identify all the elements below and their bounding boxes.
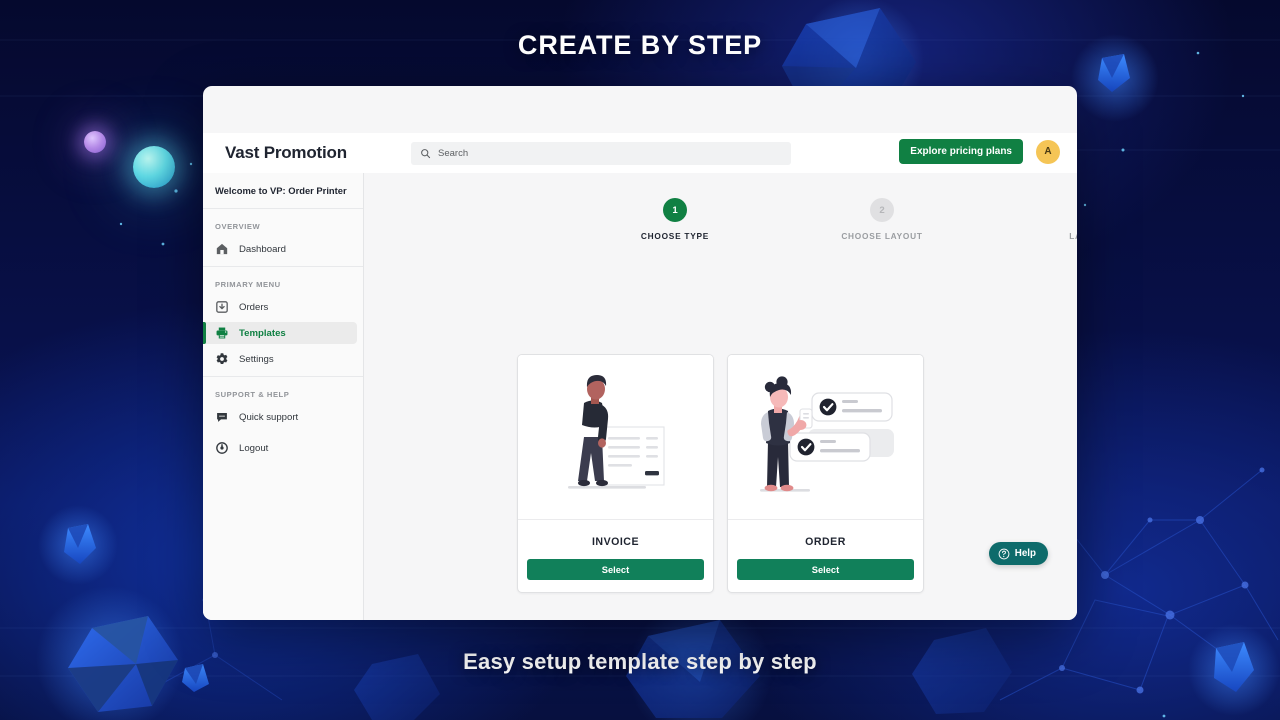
cyan-orb — [133, 146, 175, 188]
question-circle-icon — [998, 548, 1010, 559]
sidebar-item-settings[interactable]: Settings — [203, 348, 357, 370]
sidebar-section-overview: OVERVIEW Dashboard — [203, 209, 363, 260]
hero-top-title: CREATE BY STEP — [517, 30, 763, 60]
sidebar-section-primary-menu: PRIMARY MENU Orders Templates Settings — [203, 266, 363, 370]
help-button[interactable]: Help — [988, 542, 1048, 565]
app-topbar: Vast Promotion Search Explore pricing pl… — [203, 133, 1077, 173]
help-label: Help — [1014, 548, 1036, 559]
template-card-invoice[interactable]: INVOICE Select — [517, 354, 714, 593]
home-icon — [216, 244, 228, 255]
sidebar-item-templates[interactable]: Templates — [203, 322, 357, 345]
step-choose-layout[interactable]: 2 CHOOSE LAYOUT — [807, 198, 957, 241]
sidebar-item-label: Logout — [239, 442, 269, 454]
card-illustration — [728, 355, 923, 520]
step-caption: CHOOSE TYPE — [640, 231, 710, 241]
card-title: INVOICE — [591, 536, 640, 548]
search-input[interactable]: Search — [411, 141, 791, 165]
card-title: ORDER — [805, 536, 846, 548]
template-card-order[interactable]: ORDER Select — [727, 354, 924, 593]
purple-orb — [84, 131, 106, 153]
stepper: 1 CHOOSE TYPE 2 CHOOSE LAYOUT 3 LAUNCH — [364, 198, 1077, 254]
sidebar-section-support-help: SUPPORT & HELP Quick support Logout — [203, 376, 363, 459]
sidebar-section-header: SUPPORT & HELP — [215, 390, 290, 400]
main-content: 1 CHOOSE TYPE 2 CHOOSE LAYOUT 3 LAUNCH — [364, 173, 1077, 620]
select-invoice-button[interactable]: Select — [527, 559, 704, 580]
sidebar-item-logout[interactable]: Logout — [203, 437, 357, 459]
step-caption: LAUNCH — [1069, 231, 1077, 241]
hero-bottom-title: Easy setup template step by step — [463, 649, 817, 674]
sidebar-item-label: Dashboard — [239, 243, 286, 255]
app-brand: Vast Promotion — [225, 143, 347, 162]
sidebar-item-orders[interactable]: Orders — [203, 296, 357, 318]
template-type-cards: INVOICE Select ORDER Select — [364, 354, 1077, 593]
order-illustration — [759, 376, 894, 492]
sidebar-welcome: Welcome to VP: Order Printer — [203, 173, 363, 210]
avatar[interactable]: A — [1036, 139, 1060, 164]
step-launch[interactable]: 3 LAUNCH — [1014, 198, 1077, 241]
sidebar-section-header: PRIMARY MENU — [215, 280, 281, 290]
sidebar: Welcome to VP: Order Printer OVERVIEW Da… — [203, 173, 364, 620]
logout-icon — [216, 442, 228, 455]
search-placeholder: Search — [438, 147, 469, 159]
topbar-actions: Explore pricing plans A — [899, 139, 1060, 164]
select-order-button[interactable]: Select — [737, 559, 914, 580]
sidebar-item-label: Quick support — [239, 411, 299, 423]
invoice-illustration — [567, 375, 665, 489]
step-choose-type[interactable]: 1 CHOOSE TYPE — [600, 198, 750, 241]
sidebar-item-quick-support[interactable]: Quick support — [203, 406, 357, 428]
sidebar-item-label: Templates — [239, 327, 286, 339]
sidebar-section-header: OVERVIEW — [215, 222, 261, 232]
explore-pricing-plans-button[interactable]: Explore pricing plans — [899, 139, 1023, 164]
search-icon — [421, 148, 431, 158]
card-illustration — [518, 355, 713, 520]
step-number: 2 — [870, 198, 894, 222]
sidebar-item-dashboard[interactable]: Dashboard — [203, 238, 357, 260]
chat-bubble-icon — [217, 413, 227, 423]
app-window: Vast Promotion Search Explore pricing pl… — [203, 86, 1077, 620]
step-number: 1 — [663, 198, 687, 222]
step-caption: CHOOSE LAYOUT — [841, 231, 923, 241]
orders-box-icon — [216, 301, 228, 314]
printer-icon — [216, 327, 228, 339]
gear-icon — [216, 353, 228, 365]
sidebar-item-label: Settings — [239, 353, 274, 365]
sidebar-item-label: Orders — [239, 301, 269, 313]
